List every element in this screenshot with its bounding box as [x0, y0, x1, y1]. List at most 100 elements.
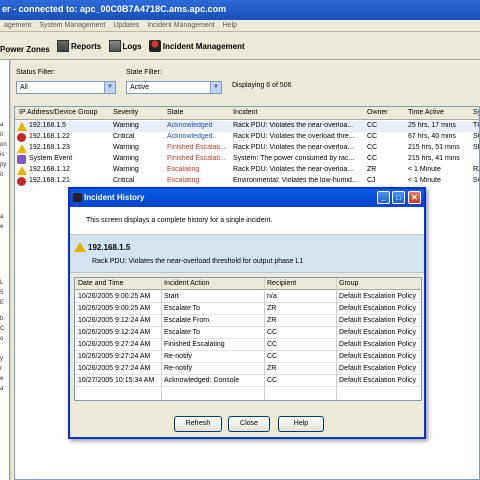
column-header-owner[interactable]: Owner	[367, 109, 388, 116]
cell-group: Default Escalation Policy	[339, 341, 417, 348]
state-filter-select[interactable]: Active ▼	[126, 81, 222, 94]
close-button[interactable]: Close	[228, 416, 270, 432]
chevron-down-icon[interactable]: ▼	[104, 82, 115, 93]
cell-action: Re-notify	[164, 365, 193, 372]
dialog-title: Incident History	[84, 193, 145, 202]
column-header-date-time[interactable]: Date and Time	[78, 280, 124, 287]
toolbar: Power Zones Reports Logs Incident Manage…	[0, 32, 480, 60]
cell-ip: 192.168.1.22	[29, 133, 70, 140]
cell-owner: CJ	[367, 177, 376, 184]
column-header-severity[interactable]: Severity	[113, 109, 138, 116]
menu-item-system-management[interactable]: System Management	[39, 22, 105, 29]
cell-ip: 192.168.1.21	[29, 177, 70, 184]
table-row[interactable]: 192.168.1.22 Critical Acknowledged Rack PDU…	[15, 132, 479, 143]
cell-group: Default Escalation Policy	[339, 353, 417, 360]
cell-date-time: 10/26/2005 9:27:24 AM	[78, 341, 151, 348]
sidebar-fragment: a	[0, 122, 4, 128]
table-row[interactable]: 192.168.1.5 Warning Acknowledged Rack PDU: …	[15, 121, 479, 132]
sidebar-fragment: b	[0, 316, 4, 322]
help-button[interactable]: Help	[278, 416, 324, 432]
state-filter-label: State Filter:	[126, 69, 162, 76]
table-row[interactable]: 192.168.1.12 Warning Escalating Rack PDU: V…	[15, 165, 479, 176]
system-event-icon	[17, 155, 26, 164]
column-header-state[interactable]: State	[167, 109, 183, 116]
table-row[interactable]: System Event Warning Finished Escalati... S…	[15, 154, 479, 165]
history-table-header: Date and Time Incident Action Recipient …	[75, 278, 421, 290]
chevron-down-icon[interactable]: ▼	[210, 82, 221, 93]
history-row[interactable]: 10/26/2005 9:00:25 AM Escalate To ZR Defaul…	[75, 303, 421, 315]
history-row[interactable]: 10/26/2005 9:27:24 AM Finished Escalating…	[75, 339, 421, 351]
status-filter-label: Status Filter:	[16, 69, 56, 76]
column-header-time-active[interactable]: Time Active	[408, 109, 444, 116]
cell-date-time: 10/26/2005 9:00:25 AM	[78, 293, 151, 300]
history-row[interactable]: 10/27/2005 10:15:34 AM Acknowledged: Cons…	[75, 375, 421, 387]
cell-group: Default Escalation Policy	[339, 365, 417, 372]
navigation-sidebar: a it on is py it a e L 5 E b C o y r e a	[0, 60, 10, 480]
maximize-icon[interactable]: □	[392, 191, 405, 204]
cell-owner: CC	[367, 122, 378, 129]
history-row[interactable]: 10/26/2005 9:27:24 AM Re-notify CC Default …	[75, 351, 421, 363]
sidebar-fragment: L	[0, 280, 4, 286]
column-header-action[interactable]: Incident Action	[164, 280, 210, 287]
menu-item-management[interactable]: agement	[4, 22, 31, 29]
reports-button[interactable]: Reports	[57, 40, 101, 52]
history-row[interactable]: 10/26/2005 9:12:24 AM Escalate From ZR Defa…	[75, 315, 421, 327]
sidebar-fragment: E	[0, 300, 5, 306]
reports-icon	[57, 40, 70, 52]
column-header-sys[interactable]: Sy	[473, 109, 479, 116]
cell-ip: 192.168.1.12	[29, 166, 70, 173]
incident-management-button[interactable]: Incident Management	[148, 40, 245, 52]
column-header-incident[interactable]: Incident	[233, 109, 258, 116]
column-header-group[interactable]: Group	[339, 280, 358, 287]
cell-state: Finished Escalati...	[167, 155, 226, 162]
cell-owner: CC	[367, 144, 378, 151]
sidebar-fragment: r	[0, 366, 2, 372]
sidebar-fragment: y	[0, 356, 3, 362]
history-row[interactable]: 10/26/2005 9:12:24 AM Escalate To CC Defaul…	[75, 327, 421, 339]
menu-item-incident-management[interactable]: Incident Management	[147, 22, 214, 29]
status-filter-select[interactable]: All ▼	[16, 81, 116, 94]
cell-date-time: 10/26/2005 9:12:24 AM	[78, 329, 151, 336]
warning-icon	[17, 144, 27, 153]
reports-label: Reports	[71, 41, 102, 51]
refresh-button[interactable]: Refresh	[174, 416, 222, 432]
cell-time-active: < 1 Minute	[408, 177, 441, 184]
column-header-recipient[interactable]: Recipient	[267, 280, 296, 287]
menu-item-help[interactable]: Help	[223, 22, 237, 29]
history-row[interactable]: 10/26/2005 9:00:25 AM Start n/a Default Esc…	[75, 291, 421, 303]
sidebar-fragment: it	[0, 132, 3, 138]
cell-sys: SR	[473, 144, 479, 151]
sidebar-fragment: py	[0, 162, 7, 168]
cell-recipient: CC	[267, 341, 278, 348]
cell-incident: System: The power consumed by rac...	[233, 155, 355, 162]
column-header-ip[interactable]: IP Address/Device Group	[19, 109, 97, 116]
cell-date-time: 10/26/2005 9:00:25 AM	[78, 305, 151, 312]
cell-group: Default Escalation Policy	[339, 377, 417, 384]
cell-date-time: 10/27/2005 10:15:34 AM	[78, 377, 155, 384]
logs-button[interactable]: Logs	[108, 40, 142, 52]
cell-recipient: CC	[267, 377, 278, 384]
cell-ip: 192.168.1.5	[29, 122, 66, 129]
dialog-title-bar: Incident History _ □ ✕	[70, 189, 424, 207]
critical-icon	[17, 133, 26, 142]
cell-group: Default Escalation Policy	[339, 293, 417, 300]
cell-action: Re-notify	[164, 353, 193, 360]
cell-recipient: ZR	[267, 317, 277, 324]
cell-group: Default Escalation Policy	[339, 305, 417, 312]
minimize-icon[interactable]: _	[377, 191, 390, 204]
sidebar-fragment: e	[0, 376, 4, 382]
table-row[interactable]: 192.168.1.21 Critical Escalating Environmen…	[15, 176, 479, 187]
cell-action: Escalate To	[164, 329, 201, 336]
critical-icon	[17, 177, 26, 186]
logs-icon	[108, 40, 121, 52]
cell-time-active: 67 hrs, 40 mins	[408, 133, 456, 140]
cell-incident: Rack PDU: Violates the near-overloa...	[233, 166, 354, 173]
power-zones-button[interactable]: Power Zones	[0, 45, 50, 54]
menu-item-updates[interactable]: Updates	[113, 22, 139, 29]
table-row[interactable]: 192.168.1.23 Warning Finished Escalati... R…	[15, 143, 479, 154]
cell-ip: 192.168.1.23	[29, 144, 70, 151]
history-table: Date and Time Incident Action Recipient …	[74, 277, 422, 401]
cell-state: Acknowledged	[167, 133, 213, 140]
close-icon[interactable]: ✕	[408, 191, 421, 204]
history-row[interactable]: 10/26/2005 9:27:24 AM Re-notify ZR Default …	[75, 363, 421, 375]
